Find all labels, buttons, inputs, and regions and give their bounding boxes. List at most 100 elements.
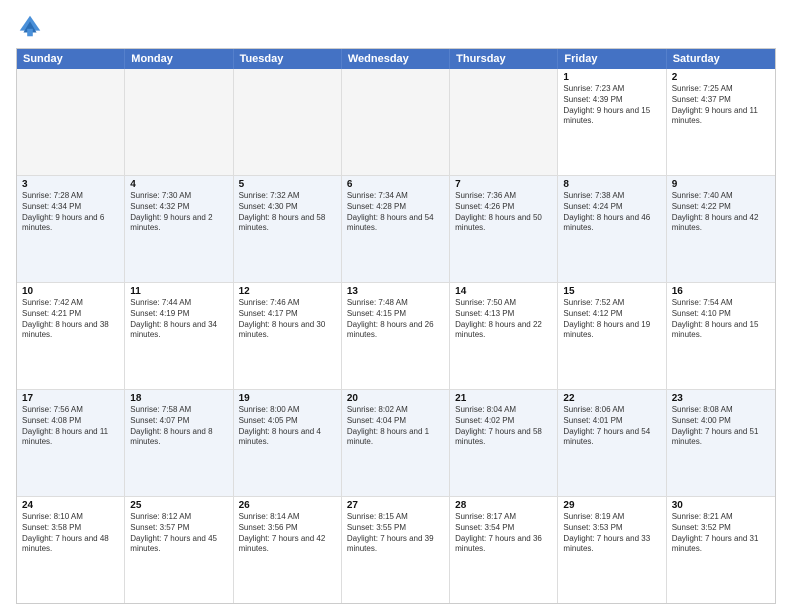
header-cell-saturday: Saturday <box>667 49 775 69</box>
day-cell-2: 2Sunrise: 7:25 AM Sunset: 4:37 PM Daylig… <box>667 69 775 175</box>
day-number: 27 <box>347 500 444 511</box>
day-number: 14 <box>455 286 552 297</box>
day-number: 23 <box>672 393 770 404</box>
empty-cell <box>450 69 558 175</box>
day-info: Sunrise: 8:19 AM Sunset: 3:53 PM Dayligh… <box>563 512 660 555</box>
day-info: Sunrise: 7:58 AM Sunset: 4:07 PM Dayligh… <box>130 405 227 448</box>
day-cell-20: 20Sunrise: 8:02 AM Sunset: 4:04 PM Dayli… <box>342 390 450 496</box>
calendar-row: 10Sunrise: 7:42 AM Sunset: 4:21 PM Dayli… <box>17 283 775 390</box>
header-cell-wednesday: Wednesday <box>342 49 450 69</box>
day-info: Sunrise: 8:21 AM Sunset: 3:52 PM Dayligh… <box>672 512 770 555</box>
day-cell-30: 30Sunrise: 8:21 AM Sunset: 3:52 PM Dayli… <box>667 497 775 603</box>
day-number: 16 <box>672 286 770 297</box>
header-cell-tuesday: Tuesday <box>234 49 342 69</box>
day-cell-11: 11Sunrise: 7:44 AM Sunset: 4:19 PM Dayli… <box>125 283 233 389</box>
day-info: Sunrise: 7:46 AM Sunset: 4:17 PM Dayligh… <box>239 298 336 341</box>
logo-icon <box>16 12 44 40</box>
day-info: Sunrise: 7:56 AM Sunset: 4:08 PM Dayligh… <box>22 405 119 448</box>
day-number: 5 <box>239 179 336 190</box>
day-number: 17 <box>22 393 119 404</box>
day-cell-1: 1Sunrise: 7:23 AM Sunset: 4:39 PM Daylig… <box>558 69 666 175</box>
day-number: 3 <box>22 179 119 190</box>
day-info: Sunrise: 8:02 AM Sunset: 4:04 PM Dayligh… <box>347 405 444 448</box>
day-info: Sunrise: 7:36 AM Sunset: 4:26 PM Dayligh… <box>455 191 552 234</box>
day-info: Sunrise: 7:42 AM Sunset: 4:21 PM Dayligh… <box>22 298 119 341</box>
day-info: Sunrise: 7:54 AM Sunset: 4:10 PM Dayligh… <box>672 298 770 341</box>
day-info: Sunrise: 7:40 AM Sunset: 4:22 PM Dayligh… <box>672 191 770 234</box>
day-cell-25: 25Sunrise: 8:12 AM Sunset: 3:57 PM Dayli… <box>125 497 233 603</box>
day-cell-14: 14Sunrise: 7:50 AM Sunset: 4:13 PM Dayli… <box>450 283 558 389</box>
day-cell-29: 29Sunrise: 8:19 AM Sunset: 3:53 PM Dayli… <box>558 497 666 603</box>
day-info: Sunrise: 8:08 AM Sunset: 4:00 PM Dayligh… <box>672 405 770 448</box>
day-info: Sunrise: 8:06 AM Sunset: 4:01 PM Dayligh… <box>563 405 660 448</box>
day-cell-21: 21Sunrise: 8:04 AM Sunset: 4:02 PM Dayli… <box>450 390 558 496</box>
day-number: 15 <box>563 286 660 297</box>
day-info: Sunrise: 7:30 AM Sunset: 4:32 PM Dayligh… <box>130 191 227 234</box>
day-cell-22: 22Sunrise: 8:06 AM Sunset: 4:01 PM Dayli… <box>558 390 666 496</box>
day-number: 21 <box>455 393 552 404</box>
day-cell-12: 12Sunrise: 7:46 AM Sunset: 4:17 PM Dayli… <box>234 283 342 389</box>
header-cell-thursday: Thursday <box>450 49 558 69</box>
calendar-row: 1Sunrise: 7:23 AM Sunset: 4:39 PM Daylig… <box>17 69 775 176</box>
day-cell-15: 15Sunrise: 7:52 AM Sunset: 4:12 PM Dayli… <box>558 283 666 389</box>
calendar-row: 3Sunrise: 7:28 AM Sunset: 4:34 PM Daylig… <box>17 176 775 283</box>
day-info: Sunrise: 7:34 AM Sunset: 4:28 PM Dayligh… <box>347 191 444 234</box>
day-info: Sunrise: 8:15 AM Sunset: 3:55 PM Dayligh… <box>347 512 444 555</box>
day-number: 13 <box>347 286 444 297</box>
day-info: Sunrise: 8:00 AM Sunset: 4:05 PM Dayligh… <box>239 405 336 448</box>
day-info: Sunrise: 7:28 AM Sunset: 4:34 PM Dayligh… <box>22 191 119 234</box>
day-info: Sunrise: 7:52 AM Sunset: 4:12 PM Dayligh… <box>563 298 660 341</box>
day-info: Sunrise: 7:38 AM Sunset: 4:24 PM Dayligh… <box>563 191 660 234</box>
calendar-row: 17Sunrise: 7:56 AM Sunset: 4:08 PM Dayli… <box>17 390 775 497</box>
calendar-header: SundayMondayTuesdayWednesdayThursdayFrid… <box>17 49 775 69</box>
day-cell-3: 3Sunrise: 7:28 AM Sunset: 4:34 PM Daylig… <box>17 176 125 282</box>
day-info: Sunrise: 8:17 AM Sunset: 3:54 PM Dayligh… <box>455 512 552 555</box>
day-number: 12 <box>239 286 336 297</box>
day-info: Sunrise: 8:04 AM Sunset: 4:02 PM Dayligh… <box>455 405 552 448</box>
calendar: SundayMondayTuesdayWednesdayThursdayFrid… <box>16 48 776 604</box>
day-info: Sunrise: 7:32 AM Sunset: 4:30 PM Dayligh… <box>239 191 336 234</box>
day-number: 6 <box>347 179 444 190</box>
day-info: Sunrise: 7:23 AM Sunset: 4:39 PM Dayligh… <box>563 84 660 127</box>
day-number: 18 <box>130 393 227 404</box>
day-cell-7: 7Sunrise: 7:36 AM Sunset: 4:26 PM Daylig… <box>450 176 558 282</box>
day-cell-5: 5Sunrise: 7:32 AM Sunset: 4:30 PM Daylig… <box>234 176 342 282</box>
page: SundayMondayTuesdayWednesdayThursdayFrid… <box>0 0 792 612</box>
day-number: 9 <box>672 179 770 190</box>
calendar-row: 24Sunrise: 8:10 AM Sunset: 3:58 PM Dayli… <box>17 497 775 603</box>
day-cell-27: 27Sunrise: 8:15 AM Sunset: 3:55 PM Dayli… <box>342 497 450 603</box>
day-cell-23: 23Sunrise: 8:08 AM Sunset: 4:00 PM Dayli… <box>667 390 775 496</box>
day-number: 11 <box>130 286 227 297</box>
day-cell-9: 9Sunrise: 7:40 AM Sunset: 4:22 PM Daylig… <box>667 176 775 282</box>
day-number: 2 <box>672 72 770 83</box>
day-info: Sunrise: 8:12 AM Sunset: 3:57 PM Dayligh… <box>130 512 227 555</box>
day-info: Sunrise: 8:14 AM Sunset: 3:56 PM Dayligh… <box>239 512 336 555</box>
day-number: 25 <box>130 500 227 511</box>
day-cell-6: 6Sunrise: 7:34 AM Sunset: 4:28 PM Daylig… <box>342 176 450 282</box>
day-number: 4 <box>130 179 227 190</box>
day-number: 22 <box>563 393 660 404</box>
day-number: 24 <box>22 500 119 511</box>
header-cell-friday: Friday <box>558 49 666 69</box>
day-cell-13: 13Sunrise: 7:48 AM Sunset: 4:15 PM Dayli… <box>342 283 450 389</box>
day-number: 20 <box>347 393 444 404</box>
logo <box>16 12 48 40</box>
day-cell-8: 8Sunrise: 7:38 AM Sunset: 4:24 PM Daylig… <box>558 176 666 282</box>
day-info: Sunrise: 7:44 AM Sunset: 4:19 PM Dayligh… <box>130 298 227 341</box>
day-cell-28: 28Sunrise: 8:17 AM Sunset: 3:54 PM Dayli… <box>450 497 558 603</box>
day-number: 30 <box>672 500 770 511</box>
day-number: 7 <box>455 179 552 190</box>
day-info: Sunrise: 7:48 AM Sunset: 4:15 PM Dayligh… <box>347 298 444 341</box>
header-cell-monday: Monday <box>125 49 233 69</box>
header-cell-sunday: Sunday <box>17 49 125 69</box>
day-cell-19: 19Sunrise: 8:00 AM Sunset: 4:05 PM Dayli… <box>234 390 342 496</box>
day-cell-10: 10Sunrise: 7:42 AM Sunset: 4:21 PM Dayli… <box>17 283 125 389</box>
day-cell-26: 26Sunrise: 8:14 AM Sunset: 3:56 PM Dayli… <box>234 497 342 603</box>
day-number: 1 <box>563 72 660 83</box>
day-cell-24: 24Sunrise: 8:10 AM Sunset: 3:58 PM Dayli… <box>17 497 125 603</box>
empty-cell <box>342 69 450 175</box>
empty-cell <box>234 69 342 175</box>
empty-cell <box>17 69 125 175</box>
calendar-body: 1Sunrise: 7:23 AM Sunset: 4:39 PM Daylig… <box>17 69 775 603</box>
day-cell-4: 4Sunrise: 7:30 AM Sunset: 4:32 PM Daylig… <box>125 176 233 282</box>
